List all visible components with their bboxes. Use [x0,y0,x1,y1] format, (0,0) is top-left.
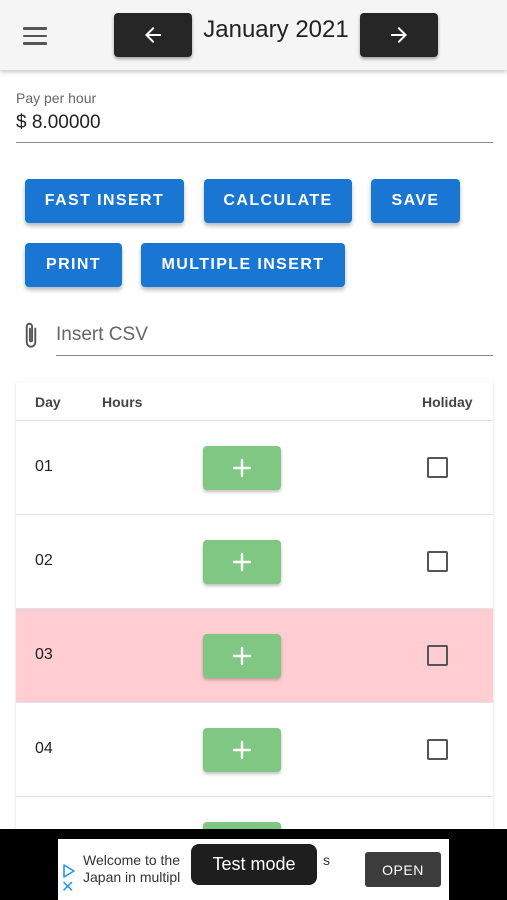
pay-input-underline [16,142,493,143]
test-mode-toast: Test mode [191,844,317,885]
table-row: 02 [16,515,493,609]
table-row: 04 [16,703,493,797]
calculate-button[interactable]: CALCULATE [204,179,352,223]
day-column-header: Day [35,394,61,410]
ad-text-line1-tail: s [323,852,330,868]
hours-table: Day Hours Holiday 01 02 03 04 [16,382,493,842]
holiday-checkbox[interactable] [427,457,448,478]
table-header: Day Hours Holiday [16,382,493,421]
ad-close-icon[interactable]: ✕ [61,880,74,896]
table-body: 01 02 03 04 [16,421,493,842]
ad-open-button[interactable]: OPEN [365,852,441,887]
day-cell: 04 [35,740,53,757]
previous-month-button[interactable] [114,13,192,57]
plus-icon [232,740,252,760]
hamburger-menu-icon[interactable] [18,22,52,50]
add-hours-button[interactable] [203,728,281,772]
month-title: January 2021 [203,16,349,43]
table-row: 03 [16,609,493,703]
arrow-left-icon [145,27,161,43]
day-cell: 01 [35,458,53,475]
plus-icon [232,458,252,478]
table-row: 01 [16,421,493,515]
holiday-checkbox[interactable] [427,739,448,760]
add-hours-button[interactable] [203,634,281,678]
paperclip-icon[interactable] [18,320,44,352]
multiple-insert-button[interactable]: MULTIPLE INSERT [141,243,345,287]
holiday-column-header: Holiday [422,394,473,410]
ad-choices-icon[interactable] [62,864,76,878]
arrow-right-icon [391,27,407,43]
save-button[interactable]: SAVE [371,179,460,223]
day-cell: 03 [35,646,53,663]
holiday-checkbox[interactable] [427,551,448,572]
fast-insert-button[interactable]: FAST INSERT [25,179,184,223]
print-button[interactable]: PRINT [25,243,122,287]
pay-per-hour-input[interactable]: $ 8.00000 [16,112,101,134]
holiday-checkbox[interactable] [427,645,448,666]
pay-per-hour-label: Pay per hour [16,90,97,106]
plus-icon [232,552,252,572]
add-hours-button[interactable] [203,540,281,584]
top-app-bar: January 2021 [0,0,507,70]
plus-icon [232,646,252,666]
add-hours-button[interactable] [203,446,281,490]
day-cell: 02 [35,552,53,569]
next-month-button[interactable] [360,13,438,57]
ad-text-line1: Welcome to the [83,852,181,868]
insert-csv-input[interactable]: Insert CSV [56,324,493,356]
hours-column-header: Hours [102,394,143,410]
